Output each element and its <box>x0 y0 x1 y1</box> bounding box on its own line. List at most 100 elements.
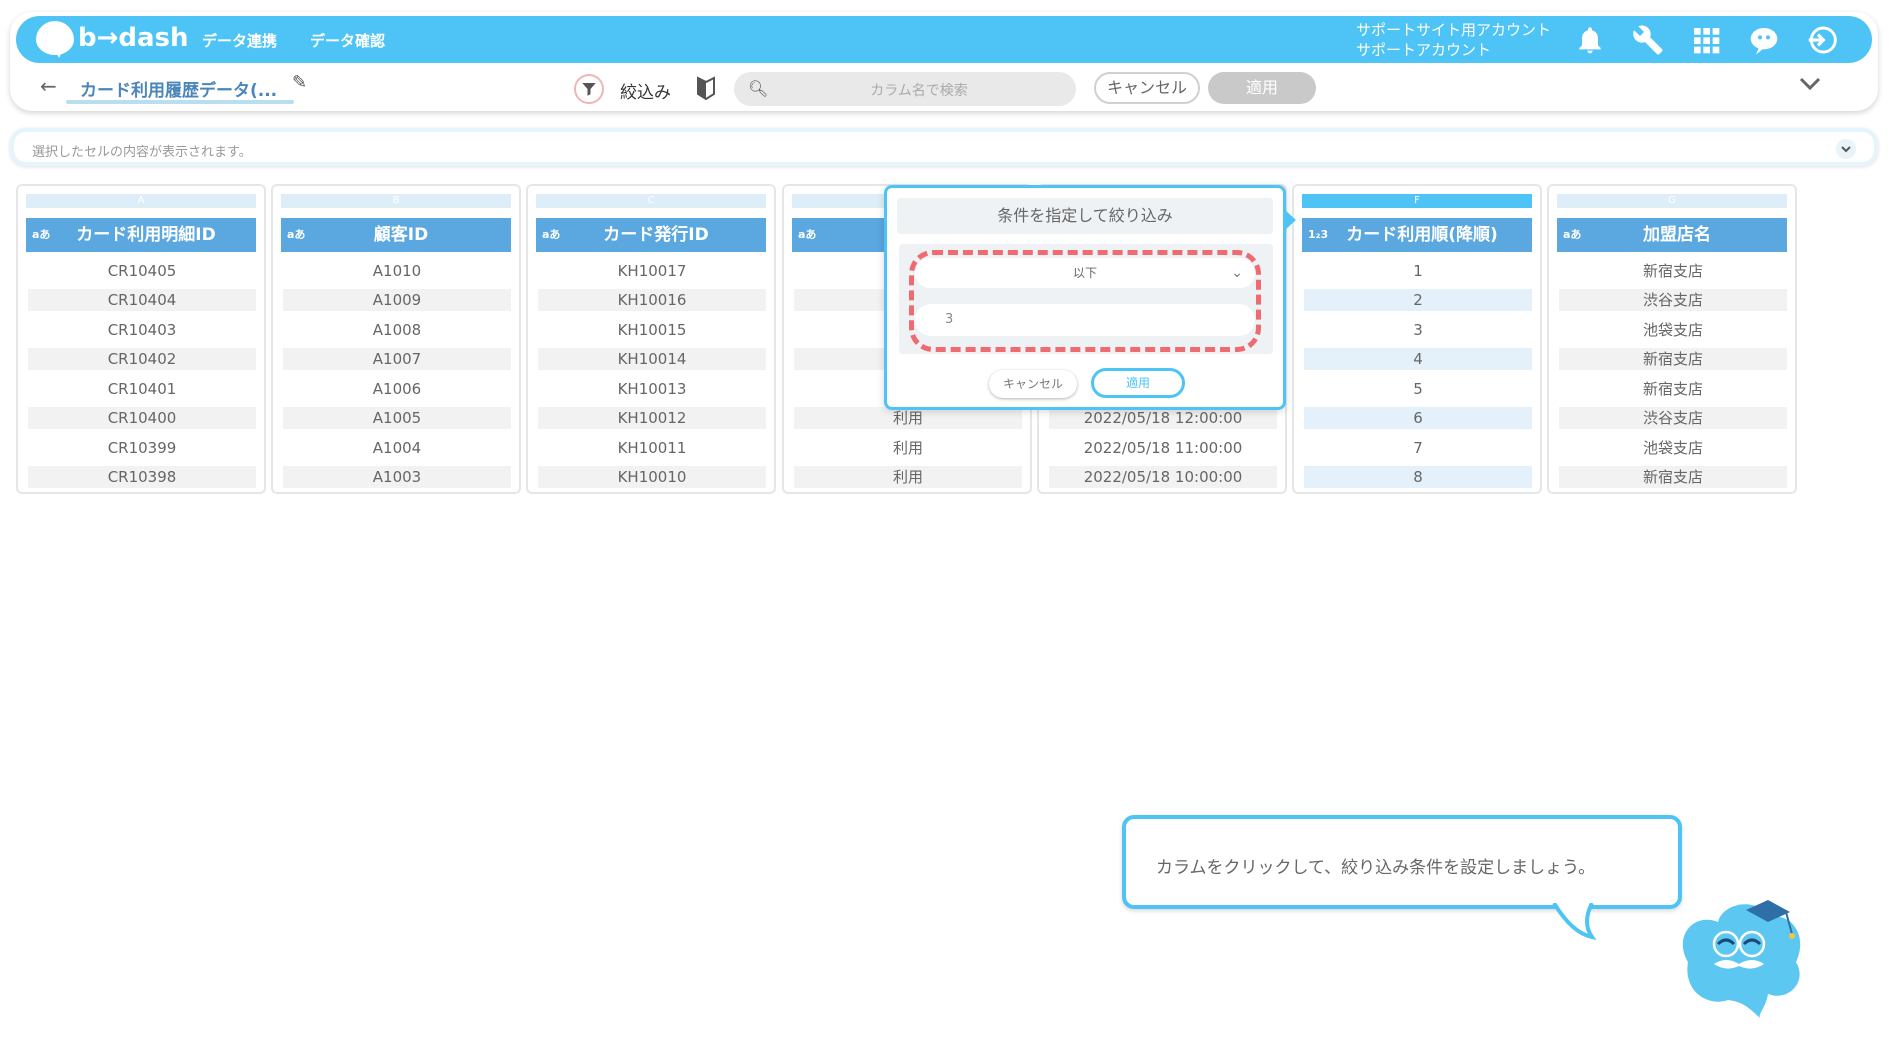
table-cell[interactable]: 1 <box>1304 260 1532 282</box>
column-letter[interactable]: F <box>1302 194 1532 208</box>
bell-icon[interactable] <box>1574 24 1606 56</box>
column-letter[interactable]: G <box>1557 194 1787 208</box>
search-placeholder: カラム名で検索 <box>870 83 968 99</box>
table-cell[interactable]: KH10014 <box>538 348 766 370</box>
table-cell[interactable]: CR10405 <box>28 260 256 282</box>
table-cell[interactable]: 7 <box>1304 437 1532 459</box>
table-cell[interactable]: CR10399 <box>28 437 256 459</box>
filter-label[interactable]: 絞込み <box>620 78 671 103</box>
table-cell[interactable]: 利用 <box>794 466 1022 488</box>
table-cell[interactable]: 渋谷支店 <box>1559 289 1787 311</box>
table-cell[interactable]: KH10012 <box>538 407 766 429</box>
logout-icon[interactable] <box>1806 24 1838 56</box>
table-cell[interactable]: 3 <box>1304 319 1532 341</box>
table-cell[interactable]: 利用 <box>794 407 1022 429</box>
table-cell[interactable]: 8 <box>1304 466 1532 488</box>
column-header[interactable]: aあ カード利用明細ID <box>26 218 256 252</box>
grid-icon[interactable] <box>1690 24 1722 56</box>
column-f[interactable]: F 1₂3 カード利用順(降順) 1 2 3 4 5 6 7 8 <box>1292 184 1542 494</box>
cell-content-text: 選択したセルの内容が表示されます。 <box>32 145 252 160</box>
column-name: 加盟店名 <box>1643 225 1711 245</box>
table-cell[interactable]: A1008 <box>283 319 511 341</box>
table-cell[interactable]: 2022/05/18 10:00:00 <box>1049 466 1277 488</box>
column-a[interactable]: Aaあ カード利用明細ID CR10405 CR10404 CR10403 CR10402… <box>16 184 266 494</box>
popup-apply-button[interactable]: 適用 <box>1091 368 1185 398</box>
table-cell[interactable]: CR10398 <box>28 466 256 488</box>
table-cell[interactable]: KH10016 <box>538 289 766 311</box>
nav-bar: b→dash データ連携 データ確認 サポートサイト用アカウント サポートアカウ… <box>16 16 1872 63</box>
nav-link-data-integration[interactable]: データ連携 <box>202 30 277 51</box>
table-cell[interactable]: KH10011 <box>538 437 766 459</box>
logo-text: b→dash <box>78 23 189 53</box>
column-name: 顧客ID <box>373 225 429 245</box>
table-cell[interactable]: 6 <box>1304 407 1532 429</box>
table-cell[interactable]: 新宿支店 <box>1559 348 1787 370</box>
table-cell[interactable]: 2022/05/18 11:00:00 <box>1049 437 1277 459</box>
table-cell[interactable]: KH10017 <box>538 260 766 282</box>
logo[interactable]: b→dash <box>36 21 189 58</box>
column-header[interactable]: aあ 顧客ID <box>281 218 511 252</box>
account-line-2: サポートアカウント <box>1356 41 1492 59</box>
mascot-icon <box>1668 882 1818 1026</box>
table-cell[interactable]: KH10013 <box>538 378 766 400</box>
apply-button[interactable]: 適用 <box>1208 72 1316 104</box>
column-letter[interactable]: A <box>26 194 256 208</box>
table-cell[interactable]: 4 <box>1304 348 1532 370</box>
table-cell[interactable]: 渋谷支店 <box>1559 407 1787 429</box>
table-cell[interactable]: A1003 <box>283 466 511 488</box>
table-cell[interactable]: KH10015 <box>538 319 766 341</box>
table-cell[interactable]: 5 <box>1304 378 1532 400</box>
table-cell[interactable]: CR10403 <box>28 319 256 341</box>
wrench-icon[interactable] <box>1632 24 1664 56</box>
highlight-dashed-outline <box>909 250 1261 352</box>
chevron-down-icon[interactable] <box>1798 74 1822 98</box>
back-arrow-icon[interactable]: ← <box>40 74 57 98</box>
page-title[interactable]: カード利用履歴データ(... <box>80 76 277 101</box>
table-cell[interactable]: A1004 <box>283 437 511 459</box>
column-letter[interactable]: C <box>536 194 766 208</box>
table-cell[interactable]: CR10404 <box>28 289 256 311</box>
table-cell[interactable]: A1010 <box>283 260 511 282</box>
account-info[interactable]: サポートサイト用アカウント サポートアカウント <box>1356 20 1551 60</box>
table-cell[interactable]: 新宿支店 <box>1559 378 1787 400</box>
filter-icon[interactable] <box>574 74 604 104</box>
column-type-icon: aあ <box>287 228 306 241</box>
column-search-input[interactable]: 🔍︎ カラム名で検索 <box>734 72 1076 106</box>
column-c[interactable]: Caあ カード発行ID KH10017 KH10016 KH10015 KH10014 KH… <box>526 184 776 494</box>
table-cell[interactable]: A1005 <box>283 407 511 429</box>
column-header[interactable]: aあ カード発行ID <box>536 218 766 252</box>
expand-chevron-icon[interactable] <box>1836 139 1856 159</box>
table-cell[interactable]: CR10400 <box>28 407 256 429</box>
column-b[interactable]: Baあ 顧客ID A1010 A1009 A1008 A1007 A1006 A1005 A10… <box>271 184 521 494</box>
pencil-icon[interactable]: ✎ <box>292 72 307 93</box>
table-cell[interactable]: 新宿支店 <box>1559 466 1787 488</box>
column-letter[interactable]: B <box>281 194 511 208</box>
cell-content-bar[interactable]: 選択したセルの内容が表示されます。 <box>10 128 1878 166</box>
table-cell[interactable]: CR10401 <box>28 378 256 400</box>
table-cell[interactable]: 2022/05/18 12:00:00 <box>1049 407 1277 429</box>
column-name: カード利用順(降順) <box>1346 225 1498 245</box>
column-header[interactable]: aあ 加盟店名 <box>1557 218 1787 252</box>
column-type-icon: 1₂3 <box>1308 228 1329 241</box>
table-cell[interactable]: 利用 <box>794 437 1022 459</box>
table-cell[interactable]: KH10010 <box>538 466 766 488</box>
table-cell[interactable]: 2 <box>1304 289 1532 311</box>
popup-cancel-button[interactable]: キャンセル <box>989 370 1077 398</box>
account-line-1: サポートサイト用アカウント <box>1356 21 1552 39</box>
table-cell[interactable]: A1009 <box>283 289 511 311</box>
table-cell[interactable]: 池袋支店 <box>1559 319 1787 341</box>
table-cell[interactable]: A1006 <box>283 378 511 400</box>
table-cell[interactable]: CR10402 <box>28 348 256 370</box>
beginner-mark-icon[interactable] <box>696 76 716 104</box>
chat-bot-icon[interactable] <box>1748 24 1780 56</box>
table-cell[interactable]: 池袋支店 <box>1559 437 1787 459</box>
nav-link-data-check[interactable]: データ確認 <box>310 30 385 51</box>
table-cell[interactable]: 新宿支店 <box>1559 260 1787 282</box>
table-cell[interactable]: A1007 <box>283 348 511 370</box>
column-type-icon: aあ <box>798 228 817 241</box>
column-g[interactable]: Gaあ 加盟店名 新宿支店 渋谷支店 池袋支店 新宿支店 新宿支店 渋谷支店 池袋支店 新宿支店 <box>1547 184 1797 494</box>
app-root: b→dash データ連携 データ確認 サポートサイト用アカウント サポートアカウ… <box>0 0 1890 1063</box>
column-type-icon: aあ <box>542 228 561 241</box>
column-header[interactable]: 1₂3 カード利用順(降順) <box>1302 218 1532 252</box>
cancel-button[interactable]: キャンセル <box>1094 72 1200 104</box>
